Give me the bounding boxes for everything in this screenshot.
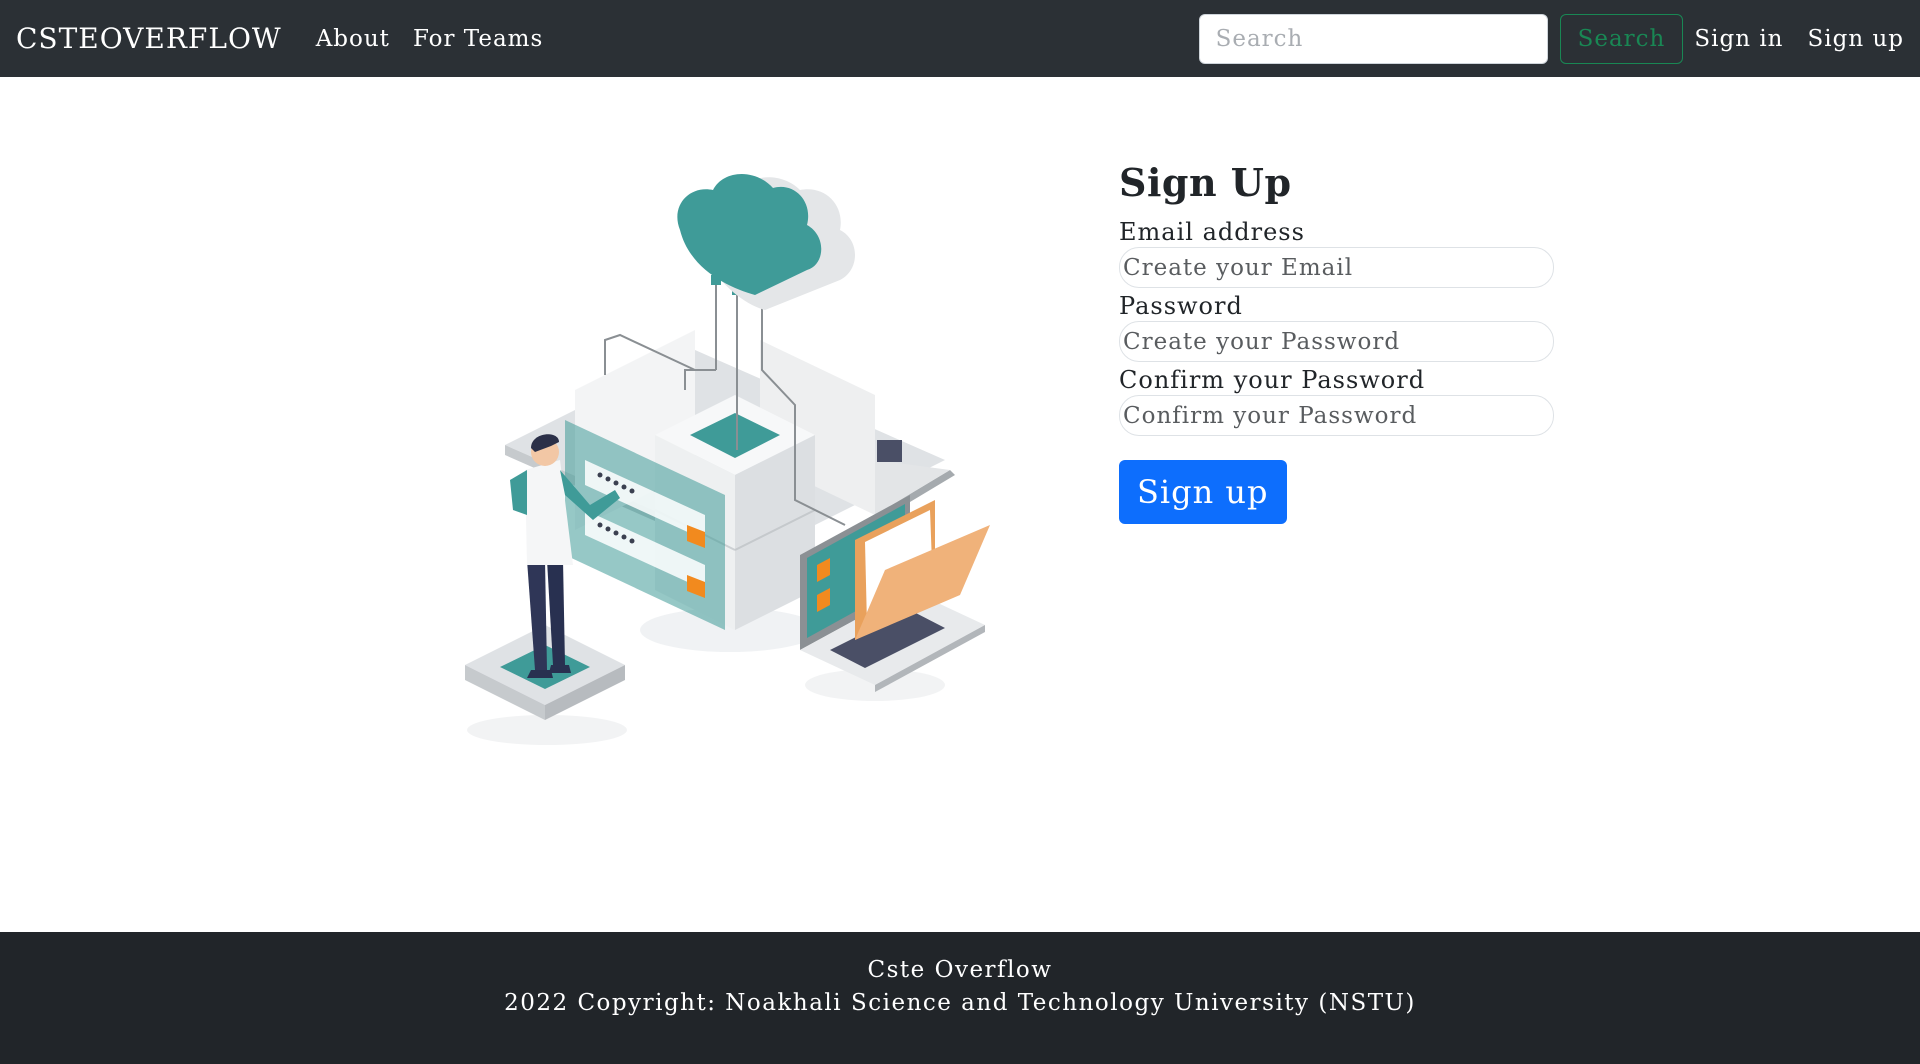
email-field[interactable] <box>1119 247 1554 288</box>
sign-up-link[interactable]: Sign up <box>1808 26 1905 52</box>
search-input[interactable] <box>1198 13 1548 64</box>
sign-in-link[interactable]: Sign in <box>1694 26 1783 52</box>
nav-link-for-teams[interactable]: For Teams <box>413 26 543 52</box>
signup-form: Sign Up Email address Password Confirm y… <box>1119 160 1554 524</box>
page-footer: Cste Overflow 2022 Copyright: Noakhali S… <box>0 932 1920 1064</box>
nav-link-about[interactable]: About <box>316 26 390 52</box>
brand-logo[interactable]: CSTEOVERFLOW <box>16 22 282 55</box>
email-label: Email address <box>1119 218 1305 246</box>
footer-site-name: Cste Overflow <box>867 957 1053 983</box>
search-button[interactable]: Search <box>1559 13 1684 64</box>
confirm-password-label: Confirm your Password <box>1119 366 1426 394</box>
cloud-server-illustration <box>455 170 1015 760</box>
password-label: Password <box>1119 292 1243 320</box>
password-field[interactable] <box>1119 321 1554 362</box>
top-navbar: CSTEOVERFLOW About For Teams Search Sign… <box>0 0 1920 77</box>
footer-copyright: 2022 Copyright: Noakhali Science and Tec… <box>504 990 1416 1016</box>
confirm-password-field[interactable] <box>1119 395 1554 436</box>
illustration-graphic <box>465 173 990 745</box>
form-title: Sign Up <box>1119 160 1292 205</box>
sign-up-submit-button[interactable]: Sign up <box>1119 460 1287 524</box>
